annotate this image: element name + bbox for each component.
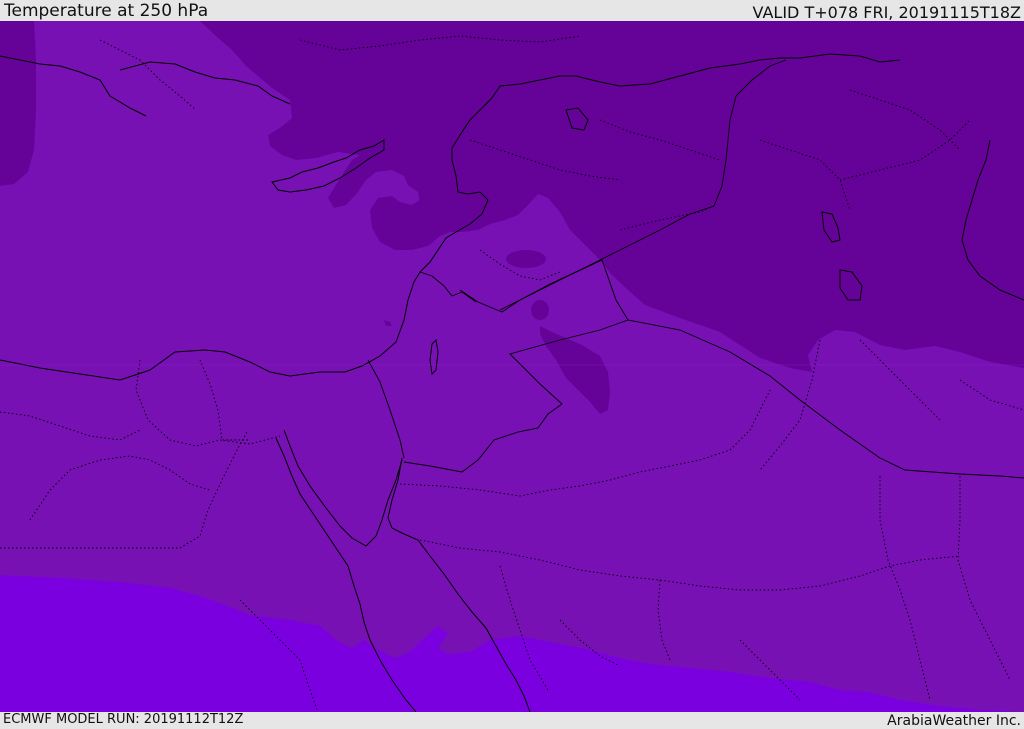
map-canvas	[0, 21, 1024, 712]
valid-time-label: VALID T+078 FRI, 20191115T18Z	[752, 3, 1021, 22]
temperature-map[interactable]	[0, 21, 1024, 712]
model-run-label: ECMWF MODEL RUN: 20191112T12Z	[3, 712, 244, 727]
header-bar: Temperature at 250 hPa VALID T+078 FRI, …	[0, 0, 1024, 21]
temperature-band-cold-2	[0, 21, 36, 186]
temperature-band-cold-4	[506, 250, 546, 268]
credit-label: ArabiaWeather Inc.	[887, 713, 1021, 729]
weather-map-frame: Temperature at 250 hPa VALID T+078 FRI, …	[0, 0, 1024, 729]
map-title: Temperature at 250 hPa	[4, 1, 209, 21]
footer-bar: ECMWF MODEL RUN: 20191112T12Z ArabiaWeat…	[0, 712, 1024, 729]
temperature-band-cold-5	[531, 300, 549, 320]
